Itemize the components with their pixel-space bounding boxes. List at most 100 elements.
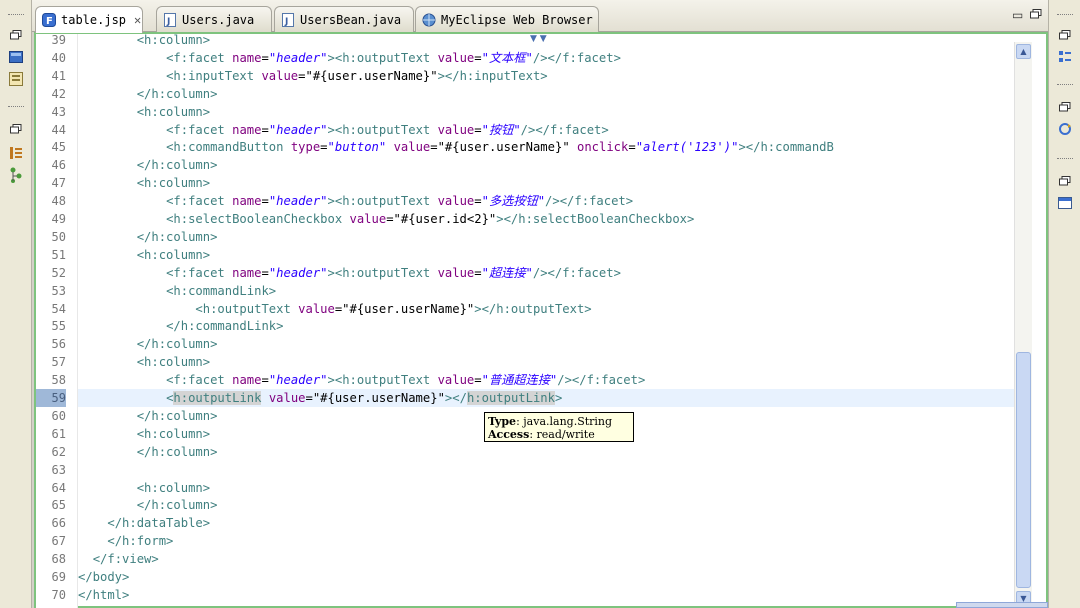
restore-icon[interactable]	[6, 26, 26, 44]
outline-view-icon[interactable]	[1055, 48, 1075, 66]
line-number: 67	[51, 534, 66, 549]
code-text-area[interactable]: <h:column> <f:facet name="header"><h:out…	[78, 34, 1014, 608]
tab-label: table.jsp	[61, 13, 127, 27]
tab-users-java[interactable]: J Users.java	[156, 6, 272, 32]
overview-ruler[interactable]	[1032, 42, 1046, 608]
ide-window: F table.jsp ✕ J Users.java J UsersBean.j…	[0, 0, 1080, 608]
code-line[interactable]: </h:column>	[78, 156, 1014, 174]
trim-grip[interactable]	[1057, 84, 1073, 88]
code-line[interactable]: <h:outputLink value="#{user.userName}"><…	[78, 389, 1014, 407]
line-number: 54	[51, 301, 66, 316]
code-line[interactable]: </f:view>	[78, 550, 1014, 568]
line-number: 61	[51, 426, 66, 441]
line-number: 68	[51, 552, 66, 567]
trim-grip[interactable]	[1057, 158, 1073, 162]
code-line[interactable]: </h:form>	[78, 532, 1014, 550]
line-number: 51	[51, 247, 66, 262]
tab-usersbean-java[interactable]: J UsersBean.java	[274, 6, 414, 32]
maximize-icon[interactable]	[1030, 8, 1042, 22]
code-line[interactable]: </h:column>	[78, 85, 1014, 103]
line-number: 42	[51, 86, 66, 101]
line-number: 53	[51, 283, 66, 298]
tooltip-type-label: Type	[488, 415, 517, 428]
line-number: 64	[51, 480, 66, 495]
code-line[interactable]: </h:commandLink>	[78, 317, 1014, 335]
type-hierarchy-icon[interactable]	[6, 166, 26, 184]
code-line[interactable]: <h:column>	[78, 103, 1014, 121]
restore-icon[interactable]	[1055, 172, 1075, 190]
globe-icon	[422, 13, 436, 27]
console-icon[interactable]	[1055, 194, 1075, 212]
outline-icon[interactable]	[6, 144, 26, 162]
sync-icon[interactable]	[1055, 120, 1075, 138]
line-number: 60	[51, 408, 66, 423]
code-line[interactable]: <h:outputText value="#{user.userName}"><…	[78, 300, 1014, 318]
code-line[interactable]: <h:column>	[78, 246, 1014, 264]
code-line[interactable]: <h:selectBooleanCheckbox value="#{user.i…	[78, 210, 1014, 228]
code-line[interactable]: <h:column>	[78, 174, 1014, 192]
hover-tooltip: Type: java.lang.String Access: read/writ…	[484, 412, 634, 442]
line-number: 49	[51, 212, 66, 226]
line-number: 65	[51, 498, 66, 513]
package-explorer-icon[interactable]	[6, 48, 26, 66]
line-number: 52	[51, 265, 66, 280]
line-number: 39	[51, 33, 66, 47]
code-line[interactable]: </h:column>	[78, 443, 1014, 461]
tab-label: MyEclipse Web Browser	[441, 12, 593, 27]
restore-icon[interactable]	[6, 120, 26, 138]
line-number: 63	[51, 462, 66, 477]
line-number: 55	[51, 319, 66, 334]
code-line[interactable]: <f:facet name="header"><h:outputText val…	[78, 192, 1014, 210]
code-line[interactable]: <f:facet name="header"><h:outputText val…	[78, 371, 1014, 389]
line-number: 59	[36, 389, 66, 407]
tooltip-access-label: Access	[488, 428, 530, 441]
line-number-gutter: 39 40 41 42 43 44 45 46 47 48 49 50 51 52 53 54 55 56 57 58…	[36, 33, 78, 608]
code-line[interactable]: <h:inputText value="#{user.userName}"></…	[78, 67, 1014, 85]
code-line[interactable]: </body>	[78, 568, 1014, 586]
line-number: 47	[51, 176, 66, 191]
line-number: 46	[51, 158, 66, 173]
line-number: 48	[51, 194, 66, 209]
hierarchy-icon[interactable]	[6, 70, 26, 88]
scrollbar-thumb[interactable]	[1016, 352, 1031, 588]
code-line[interactable]: </h:column>	[78, 228, 1014, 246]
scroll-up-button[interactable]: ▲	[1016, 44, 1031, 59]
line-number: 40	[51, 50, 66, 65]
line-number: 58	[51, 373, 66, 388]
svg-text:J: J	[166, 17, 170, 27]
line-number: 43	[51, 104, 66, 119]
code-line[interactable]: </html>	[78, 586, 1014, 604]
status-strip	[956, 602, 1048, 608]
line-number: 69	[51, 570, 66, 584]
line-number: 57	[51, 355, 66, 370]
code-line[interactable]: <f:facet name="header"><h:outputText val…	[78, 49, 1014, 67]
code-line[interactable]: </h:column>	[78, 335, 1014, 353]
line-number: 50	[51, 229, 66, 244]
line-number: 56	[51, 337, 66, 352]
code-line[interactable]: </h:column>	[78, 496, 1014, 514]
code-line[interactable]: <f:facet name="header"><h:outputText val…	[78, 121, 1014, 139]
restore-icon[interactable]	[1055, 98, 1075, 116]
trim-grip[interactable]	[1057, 14, 1073, 18]
code-line[interactable]: <h:column>	[78, 479, 1014, 497]
line-number: 45	[51, 140, 66, 155]
tab-myeclipse-web-browser[interactable]: MyEclipse Web Browser	[415, 6, 599, 32]
svg-text:F: F	[46, 16, 53, 27]
code-line[interactable]: </h:dataTable>	[78, 514, 1014, 532]
minimize-icon[interactable]: ▭	[1012, 8, 1023, 22]
code-line[interactable]: <h:commandLink>	[78, 282, 1014, 300]
close-icon[interactable]: ✕	[134, 13, 141, 27]
code-line[interactable]: <h:column>	[78, 353, 1014, 371]
tab-label: Users.java	[182, 12, 255, 27]
trim-grip[interactable]	[8, 106, 24, 110]
code-line[interactable]: <h:commandButton type="button" value="#{…	[78, 138, 1014, 156]
restore-icon[interactable]	[1055, 26, 1075, 44]
trim-grip[interactable]	[8, 14, 24, 18]
tab-table-jsp[interactable]: F table.jsp ✕	[35, 6, 143, 33]
code-line[interactable]: <f:facet name="header"><h:outputText val…	[78, 264, 1014, 282]
code-editor[interactable]: ▼ ▼ 39 40 41 42 43 44 45 46 47 48 49 50 51 52 53 54 55 56…	[34, 32, 1048, 608]
code-line[interactable]	[78, 461, 1014, 479]
vertical-scrollbar[interactable]: ▲ ▼	[1014, 42, 1032, 608]
line-number: 62	[51, 444, 66, 459]
code-line[interactable]: <h:column>	[78, 34, 1014, 49]
